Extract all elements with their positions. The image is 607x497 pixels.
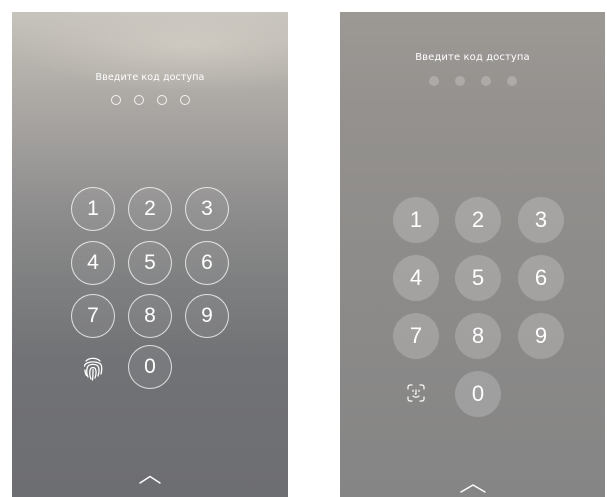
key-6[interactable]: 6 — [518, 255, 564, 301]
chevron-up-icon[interactable] — [340, 483, 605, 493]
passcode-dot — [454, 76, 465, 86]
passcode-dot — [506, 76, 517, 86]
key-8[interactable]: 8 — [455, 313, 501, 359]
face-id-icon[interactable] — [402, 379, 430, 407]
key-0[interactable]: 0 — [455, 371, 501, 417]
passcode-dots — [12, 95, 288, 105]
passcode-dot — [156, 95, 167, 105]
key-7[interactable]: 7 — [393, 313, 439, 359]
key-1[interactable]: 1 — [393, 197, 439, 243]
passcode-dot — [428, 76, 439, 86]
key-5[interactable]: 5 — [128, 241, 172, 285]
screenshot-canvas: Введите код доступа 1 2 3 4 5 6 7 8 9 0 — [0, 0, 607, 497]
key-2[interactable]: 2 — [455, 197, 501, 243]
passcode-prompt: Введите код доступа — [415, 52, 530, 63]
passcode-dot — [110, 95, 121, 105]
key-1[interactable]: 1 — [71, 187, 115, 231]
passcode-prompt: Введите код доступа — [95, 72, 205, 83]
key-3[interactable]: 3 — [518, 197, 564, 243]
passcode-dot — [179, 95, 190, 105]
key-4[interactable]: 4 — [393, 255, 439, 301]
passcode-dot — [480, 76, 491, 86]
key-0[interactable]: 0 — [128, 345, 172, 389]
key-8[interactable]: 8 — [128, 294, 172, 338]
key-3[interactable]: 3 — [185, 187, 229, 231]
key-5[interactable]: 5 — [455, 255, 501, 301]
key-9[interactable]: 9 — [518, 313, 564, 359]
fingerprint-icon[interactable] — [75, 351, 111, 387]
passcode-screen-touch-id: Введите код доступа 1 2 3 4 5 6 7 8 9 0 — [12, 12, 288, 497]
key-6[interactable]: 6 — [185, 241, 229, 285]
passcode-dot — [133, 95, 144, 105]
chevron-up-icon[interactable] — [12, 475, 288, 484]
key-4[interactable]: 4 — [71, 241, 115, 285]
key-7[interactable]: 7 — [71, 294, 115, 338]
passcode-dots — [340, 76, 605, 86]
key-2[interactable]: 2 — [128, 187, 172, 231]
key-9[interactable]: 9 — [185, 294, 229, 338]
passcode-screen-face-id: Введите код доступа 1 2 3 4 5 6 7 8 9 0 — [340, 12, 605, 497]
